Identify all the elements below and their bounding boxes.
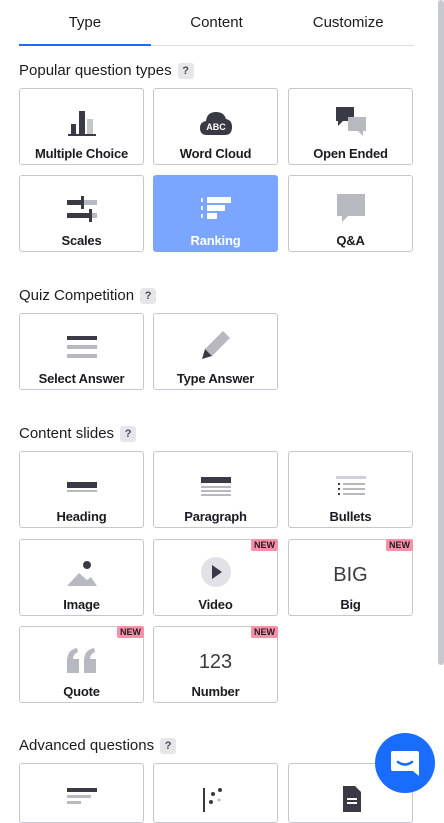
tab-content[interactable]: Content (151, 0, 283, 45)
help-icon[interactable]: ? (120, 425, 137, 442)
pencil-icon (199, 320, 233, 362)
card-bullets[interactable]: Bullets (288, 451, 413, 528)
section-title-label: Quiz Competition (19, 287, 135, 304)
card-label: Word Cloud (179, 146, 252, 161)
card-label: Image (63, 597, 100, 612)
new-badge: NEW (386, 539, 413, 551)
card-multiple-choice[interactable]: Multiple Choice (19, 88, 144, 165)
bar-chart-icon (66, 95, 98, 137)
new-badge: NEW (251, 626, 278, 638)
number-glyph: 123 (198, 651, 233, 673)
card-label: Q&A (336, 233, 365, 248)
card-image[interactable]: Image (19, 539, 144, 616)
card-label: Heading (56, 509, 107, 524)
card-label: Type Answer (176, 371, 255, 386)
help-icon[interactable]: ? (177, 62, 194, 79)
card-label: Bullets (329, 509, 372, 524)
scatter-plot-icon (199, 770, 233, 812)
chat-launcher-button[interactable] (375, 733, 435, 793)
list-lines-icon (65, 320, 99, 362)
bullets-icon (334, 458, 368, 500)
section-title-content: Content slides ? (19, 425, 137, 442)
section-title-label: Content slides (19, 425, 115, 442)
big-text-icon: BIG (333, 546, 367, 588)
document-icon (334, 770, 368, 812)
ranking-icon (199, 182, 233, 224)
card-advanced-scatter[interactable] (153, 763, 278, 823)
section-title-quiz: Quiz Competition ? (19, 287, 157, 304)
card-word-cloud[interactable]: ABC Word Cloud (153, 88, 278, 165)
card-label: Open Ended (313, 146, 388, 161)
help-icon[interactable]: ? (160, 737, 177, 754)
card-label: Ranking (190, 233, 241, 248)
card-number[interactable]: NEW 123 Number (153, 626, 278, 703)
card-advanced-ranking[interactable] (19, 763, 144, 823)
card-qa[interactable]: Q&A (288, 175, 413, 252)
sliders-icon (65, 182, 99, 224)
section-title-label: Popular question types (19, 62, 172, 79)
card-paragraph[interactable]: Paragraph (153, 451, 278, 528)
word-cloud-icon: ABC (199, 95, 233, 137)
play-icon (199, 546, 233, 588)
tab-customize[interactable]: Customize (282, 0, 414, 45)
section-title-advanced: Advanced questions ? (19, 737, 177, 754)
card-quote[interactable]: NEW Quote (19, 626, 144, 703)
card-label: Paragraph (184, 509, 247, 524)
number-icon: 123 (199, 633, 232, 675)
card-label: Multiple Choice (34, 146, 129, 161)
chat-bubble-icon (334, 182, 368, 224)
help-icon[interactable]: ? (140, 287, 157, 304)
image-icon (65, 546, 99, 588)
card-scales[interactable]: Scales (19, 175, 144, 252)
tab-type[interactable]: Type (19, 0, 151, 46)
card-label: Select Answer (38, 371, 125, 386)
big-text-glyph: BIG (333, 564, 368, 586)
heading-icon (65, 458, 99, 500)
section-title-popular: Popular question types ? (19, 62, 194, 79)
card-video[interactable]: NEW Video (153, 539, 278, 616)
card-label: Big (340, 597, 361, 612)
card-ranking[interactable]: Ranking (153, 175, 278, 252)
card-big[interactable]: NEW BIG Big (288, 539, 413, 616)
quote-icon (65, 633, 99, 675)
card-label: Scales (61, 233, 102, 248)
card-select-answer[interactable]: Select Answer (19, 313, 144, 390)
card-label: Number (191, 684, 240, 699)
list-ranking-icon (65, 770, 99, 812)
chat-icon (391, 751, 419, 776)
speech-bubbles-icon (334, 95, 368, 137)
new-badge: NEW (251, 539, 278, 551)
card-label: Video (198, 597, 233, 612)
paragraph-icon (199, 458, 233, 500)
new-badge: NEW (117, 626, 144, 638)
scrollbar[interactable] (438, 0, 444, 665)
tab-bar: Type Content Customize (19, 0, 414, 46)
section-title-label: Advanced questions (19, 737, 155, 754)
svg-text:ABC: ABC (206, 122, 226, 132)
card-type-answer[interactable]: Type Answer (153, 313, 278, 390)
card-label: Quote (63, 684, 100, 699)
card-open-ended[interactable]: Open Ended (288, 88, 413, 165)
card-heading[interactable]: Heading (19, 451, 144, 528)
